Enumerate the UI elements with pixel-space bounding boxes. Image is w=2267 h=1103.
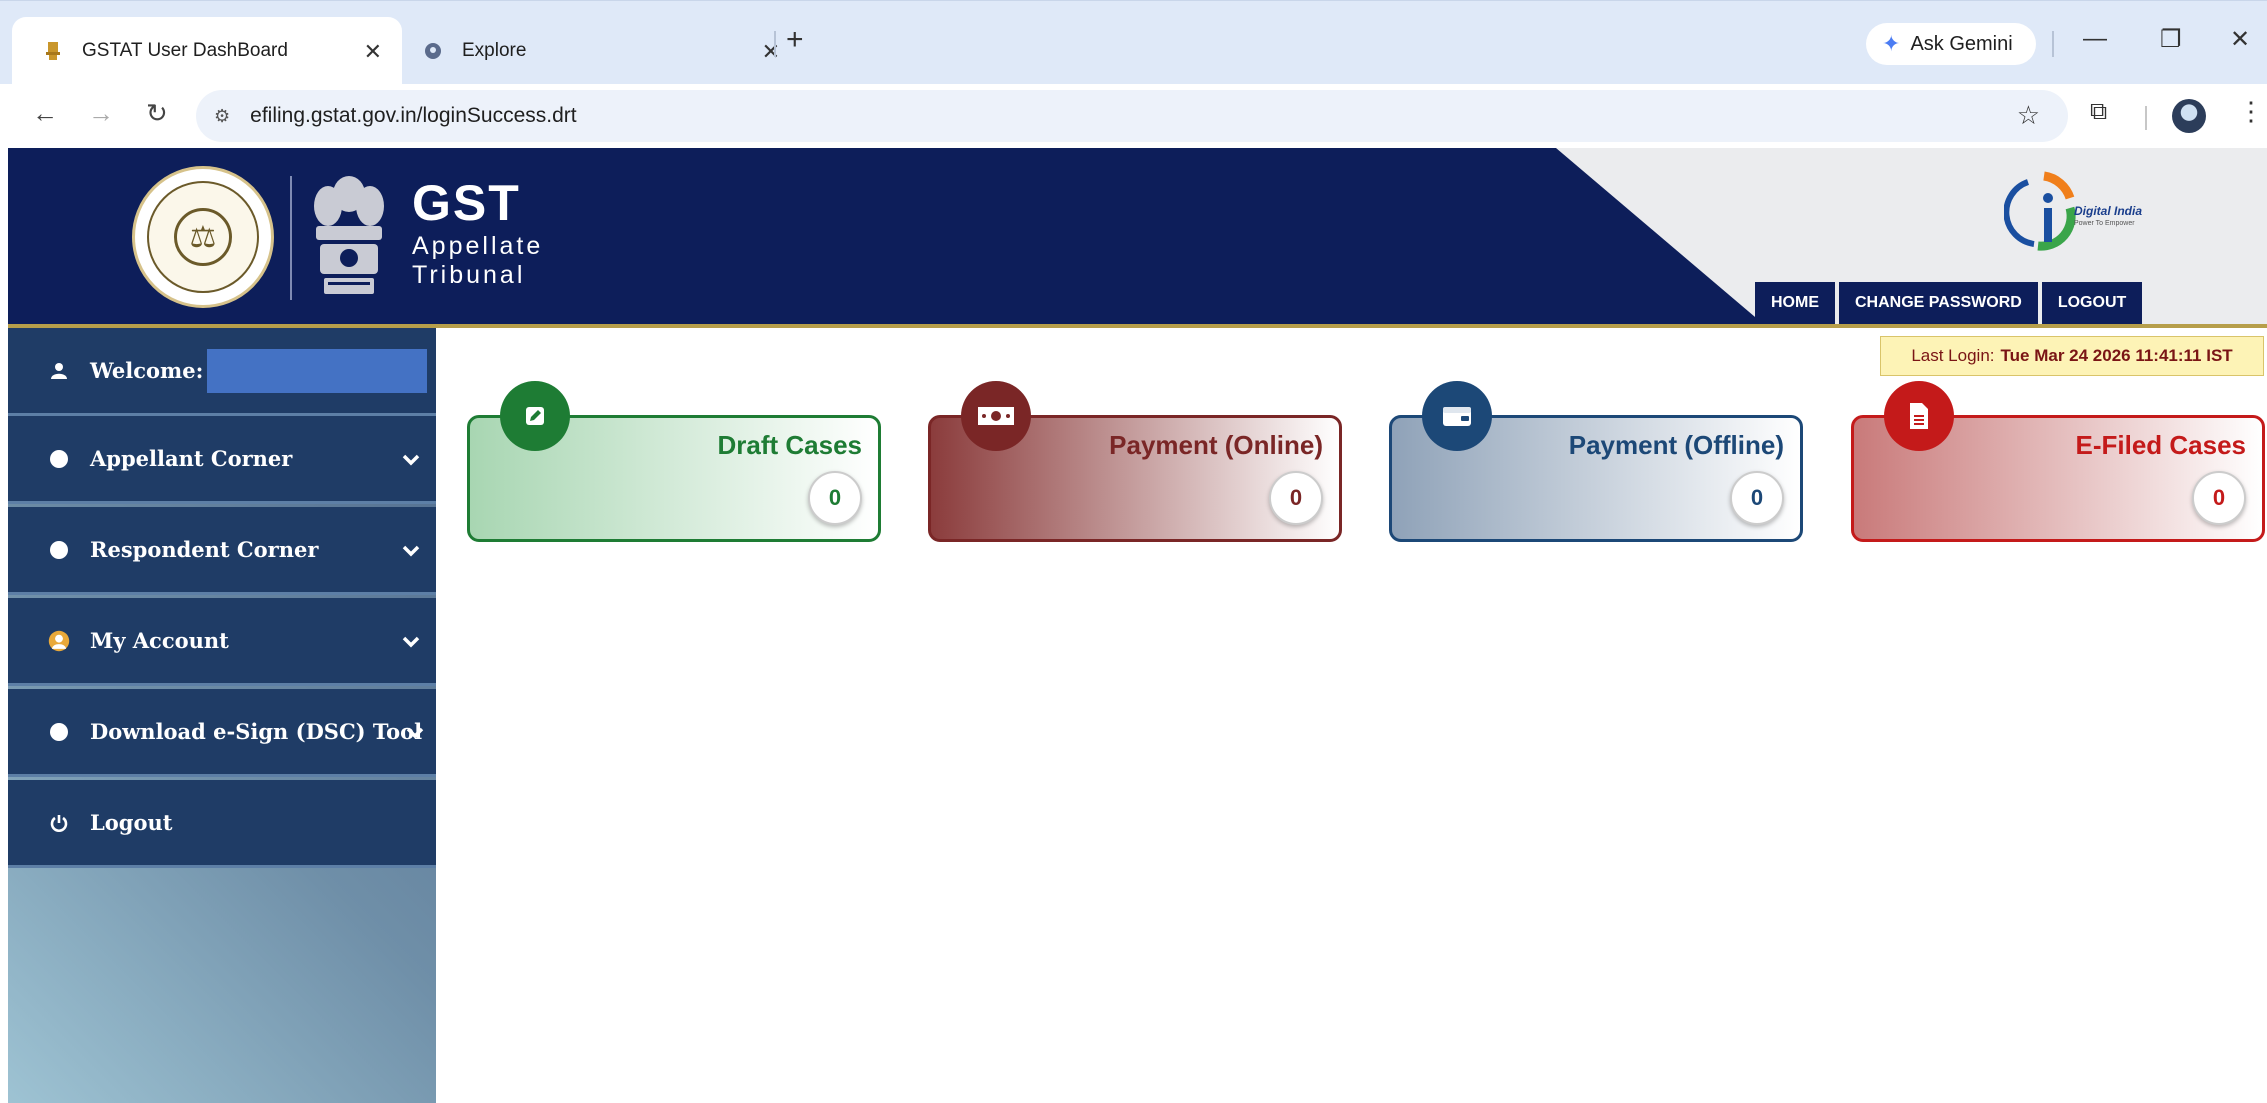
payment-offline-card[interactable]: Payment (Offline) 0 — [1389, 381, 1803, 542]
chevron-down-icon — [402, 538, 420, 562]
brand-subtitle: Appellate Tribunal — [412, 232, 543, 290]
card-title: Payment (Offline) — [1568, 430, 1784, 460]
back-arrow-icon[interactable]: ← — [32, 98, 58, 129]
explore-favicon-icon — [422, 40, 444, 62]
brand-line-tribunal: Tribunal — [412, 261, 526, 289]
profile-avatar[interactable] — [2172, 99, 2206, 133]
reload-icon[interactable]: ↻ — [146, 98, 168, 129]
digital-india-tagline: Power To Empower — [2074, 220, 2135, 227]
lens-search-icon[interactable]: ⧉ — [2090, 98, 2107, 126]
user-icon — [48, 362, 70, 380]
brand-line-appellate: Appellate — [412, 232, 544, 260]
card-count-badge: 0 — [808, 471, 862, 525]
toolbar-separator — [2145, 106, 2147, 130]
close-icon[interactable]: ✕ — [364, 39, 382, 65]
browser-menu-icon[interactable]: ⋮ — [2238, 96, 2264, 127]
brand-title: GST — [412, 175, 521, 231]
welcome-label: Welcome: — [90, 358, 204, 383]
sidebar-item-download-esign-tool[interactable]: Download e-Sign (DSC) Tool — [8, 689, 436, 777]
forward-arrow-icon[interactable]: → — [88, 98, 114, 129]
power-icon — [48, 813, 70, 833]
nav-home-link[interactable]: HOME — [1755, 282, 1835, 324]
last-login-value: Tue Mar 24 2026 11:41:11 IST — [2000, 346, 2233, 365]
chevron-down-icon — [402, 629, 420, 653]
welcome-username-box — [207, 348, 428, 393]
payment-online-card[interactable]: Payment (Online) 0 — [928, 381, 1342, 542]
ask-gemini-button[interactable]: ✦ Ask Gemini — [1866, 23, 2036, 65]
window-controls-separator — [2052, 31, 2054, 57]
tab-title: Explore — [462, 40, 527, 61]
document-icon — [1884, 381, 1954, 451]
chevron-down-icon — [402, 447, 420, 471]
sidebar-item-label: Download e-Sign (DSC) Tool — [90, 719, 423, 744]
sidebar-item-logout[interactable]: Logout — [8, 780, 436, 868]
sidebar-item-label: Appellant Corner — [90, 446, 293, 471]
scales-of-justice-icon: ⚖ — [174, 208, 232, 266]
nav-change-password-link[interactable]: CHANGE PASSWORD — [1839, 282, 2038, 324]
close-icon[interactable]: ✕ — [762, 39, 780, 65]
bookmark-star-icon[interactable]: ☆ — [2017, 100, 2040, 131]
address-bar[interactable]: ⚙ efiling.gstat.gov.in/loginSuccess.drt … — [196, 90, 2068, 142]
sidebar-item-label: My Account — [90, 628, 229, 653]
ask-gemini-label: Ask Gemini — [1910, 32, 2013, 55]
chevron-down-icon — [406, 720, 424, 744]
national-emblem-logo — [314, 176, 384, 294]
card-count-badge: 0 — [1269, 471, 1323, 525]
logo-divider — [290, 176, 292, 300]
bullet-icon — [48, 722, 70, 741]
site-header: ⚖ GST Appellate Tribunal Digital India P… — [8, 148, 2267, 328]
card-title: Draft Cases — [717, 430, 862, 460]
sidebar-item-my-account[interactable]: My Account — [8, 598, 436, 686]
tab-gstat-dashboard[interactable]: GSTAT User DashBoard ✕ — [12, 17, 402, 85]
last-login-label: Last Login: — [1911, 346, 1995, 365]
minimize-icon[interactable]: — — [2083, 25, 2107, 53]
close-window-icon[interactable]: ✕ — [2230, 25, 2250, 54]
last-login-banner: Last Login: Tue Mar 24 2026 11:41:11 IST — [1880, 336, 2264, 376]
sidebar-item-appellant-corner[interactable]: Appellant Corner — [8, 416, 436, 504]
sidebar: Welcome: Appellant Corner Respondent Cor… — [8, 328, 436, 1103]
top-navigation: HOME CHANGE PASSWORD LOGOUT — [1755, 282, 2143, 324]
browser-toolbar: ← → ↻ ⚙ efiling.gstat.gov.in/loginSucces… — [0, 84, 2267, 148]
sidebar-welcome: Welcome: — [8, 328, 436, 416]
site-info-icon[interactable]: ⚙ — [214, 106, 230, 127]
tab-title: GSTAT User DashBoard — [82, 40, 288, 61]
emblem-favicon-icon — [42, 40, 64, 62]
gemini-sparkle-icon: ✦ — [1882, 31, 1901, 56]
sidebar-item-respondent-corner[interactable]: Respondent Corner — [8, 507, 436, 595]
draft-cases-card[interactable]: Draft Cases 0 — [467, 381, 881, 542]
user-avatar-icon — [48, 627, 70, 655]
nav-logout-link[interactable]: LOGOUT — [2041, 282, 2143, 324]
tab-separator — [774, 31, 776, 57]
tab-explore[interactable]: Explore ✕ — [408, 17, 800, 85]
edit-icon — [500, 381, 570, 451]
sidebar-item-label: Logout — [90, 810, 173, 835]
card-title: Payment (Online) — [1109, 430, 1323, 460]
new-tab-button[interactable]: + — [786, 23, 804, 57]
card-title: E-Filed Cases — [2075, 430, 2246, 460]
sidebar-item-label: Respondent Corner — [90, 537, 319, 562]
cash-icon — [961, 381, 1031, 451]
e-filed-cases-card[interactable]: E-Filed Cases 0 — [1851, 381, 2265, 542]
restore-icon[interactable]: ❐ — [2160, 25, 2182, 54]
bullet-icon — [48, 449, 70, 468]
bullet-icon — [48, 540, 70, 559]
url-text: efiling.gstat.gov.in/loginSuccess.drt — [250, 104, 577, 127]
digital-india-text: Digital India — [2074, 204, 2143, 218]
card-count-badge: 0 — [1730, 471, 1784, 525]
gstat-seal-logo: ⚖ — [132, 166, 274, 308]
card-count-badge: 0 — [2192, 471, 2246, 525]
browser-tab-strip: GSTAT User DashBoard ✕ Explore ✕ + ✦ Ask… — [0, 0, 2267, 85]
wallet-icon — [1422, 381, 1492, 451]
